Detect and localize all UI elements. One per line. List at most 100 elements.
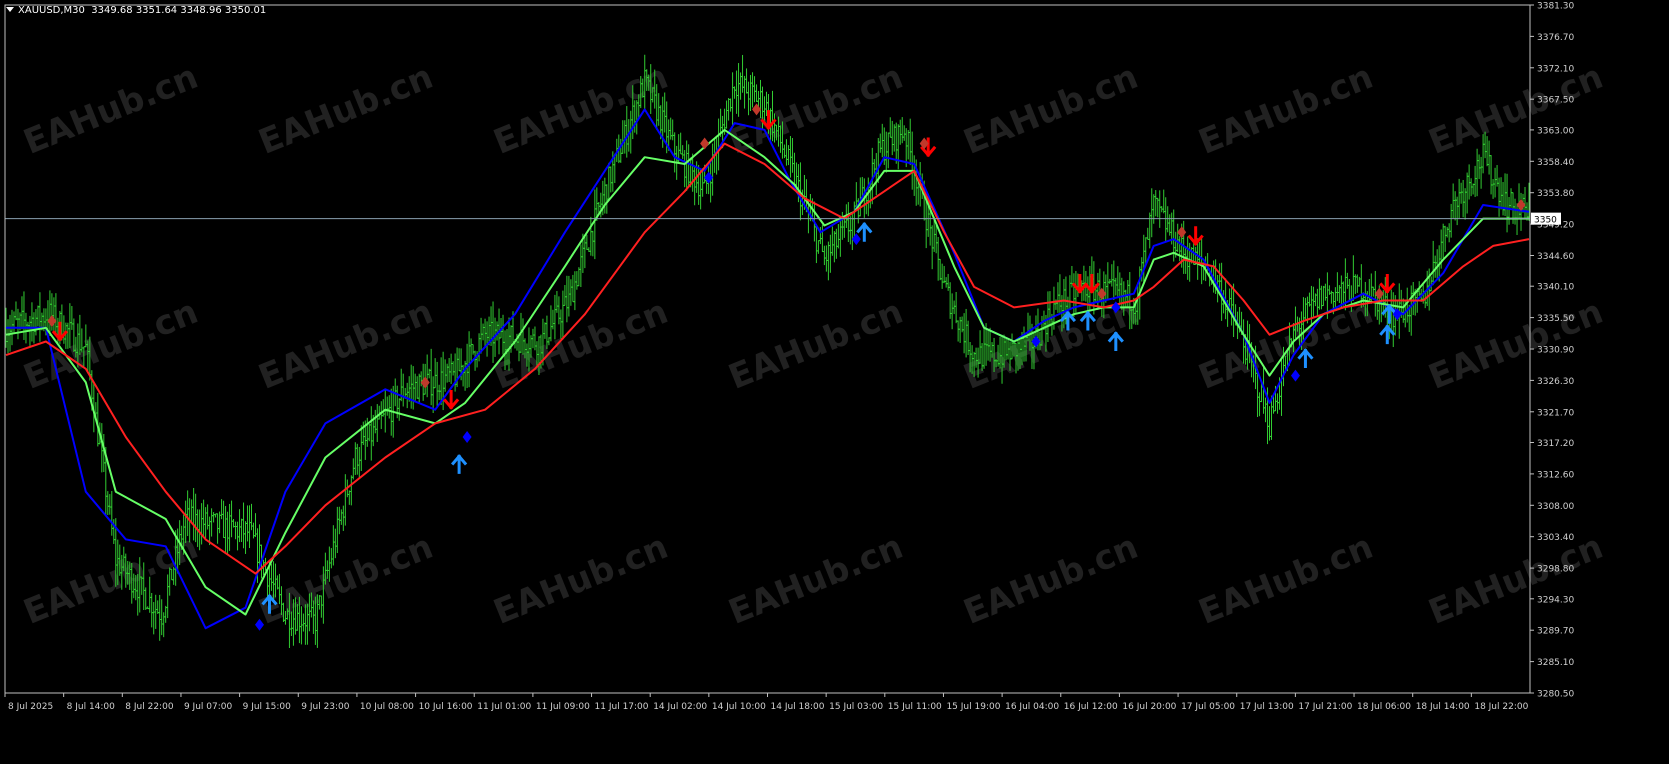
ohlc-bar xyxy=(1477,154,1481,180)
ohlc-bar xyxy=(144,587,148,610)
ohlc-bar xyxy=(38,292,42,342)
watermark-text: EAHub.cn xyxy=(18,292,203,398)
ohlc-bar xyxy=(832,231,836,263)
ohlc-bar xyxy=(1106,262,1110,300)
ohlc-bar xyxy=(62,315,66,344)
ohlc-bar xyxy=(1487,140,1491,175)
x-tick-label: 14 Jul 10:00 xyxy=(712,702,766,712)
ohlc-bar xyxy=(204,507,208,540)
ohlc-bar xyxy=(583,234,587,269)
diamond-signal-icon xyxy=(700,137,710,150)
ohlc-bar xyxy=(846,202,850,243)
ohlc-bar xyxy=(828,234,832,273)
x-tick-label: 8 Jul 14:00 xyxy=(67,702,116,712)
ohlc-bar xyxy=(425,354,429,398)
ohlc-bar xyxy=(351,458,355,480)
x-tick-label: 16 Jul 04:00 xyxy=(1005,702,1059,712)
ohlc-bar xyxy=(1158,190,1162,228)
ohlc-bar xyxy=(16,308,20,340)
ohlc-bar xyxy=(210,508,214,537)
ohlc-bar xyxy=(453,353,457,392)
x-tick-label: 9 Jul 23:00 xyxy=(301,702,350,712)
ohlc-bar xyxy=(836,224,840,249)
watermark-text: EAHub.cn xyxy=(958,527,1143,633)
ohlc-bar xyxy=(1150,188,1154,238)
x-tick-label: 18 Jul 06:00 xyxy=(1357,702,1411,712)
ohlc-bar xyxy=(1068,275,1072,310)
ohlc-bar xyxy=(940,263,944,289)
ohlc-bar xyxy=(1445,226,1449,238)
ohlc-bar xyxy=(236,521,240,551)
ohlc-bar xyxy=(471,343,475,355)
diamond-signal-icon xyxy=(47,315,57,328)
ohlc-bar xyxy=(435,361,439,408)
ohlc-bar xyxy=(814,224,818,264)
ohlc-bar xyxy=(347,490,351,505)
ohlc-bar xyxy=(1142,234,1146,285)
ohlc-bar xyxy=(820,224,824,253)
y-tick-label: 3326.30 xyxy=(1537,377,1574,387)
ohlc-bar xyxy=(731,72,735,126)
ohlc-bar xyxy=(850,212,854,251)
watermark-text: EAHub.cn xyxy=(253,57,438,163)
ohlc-bar xyxy=(341,505,345,531)
ohlc-bar xyxy=(902,125,906,141)
ohlc-bar xyxy=(697,164,701,205)
chart-window: EAHub.cn EAHub.cn EAHub.cn EAHub.cn EAHub.cn… xyxy=(0,0,1669,764)
ohlc-bar xyxy=(890,120,894,156)
ohlc-bar xyxy=(1104,274,1108,303)
x-tick-label: 15 Jul 19:00 xyxy=(946,702,1000,712)
ohlc-bar xyxy=(415,376,419,399)
ohlc-bar xyxy=(751,72,755,108)
ohlc-bar xyxy=(491,301,495,363)
ohlc-bar xyxy=(1230,287,1234,326)
ohlc-bar xyxy=(685,140,689,191)
x-tick-label: 14 Jul 02:00 xyxy=(653,702,707,712)
y-tick-label: 3285.10 xyxy=(1537,658,1574,668)
y-tick-label: 3298.80 xyxy=(1537,565,1574,575)
ohlc-bar xyxy=(1459,182,1463,204)
y-tick-label: 3340.10 xyxy=(1537,283,1574,293)
ohlc-bar xyxy=(557,296,561,325)
ohlc-bar xyxy=(1258,392,1262,417)
ohlc-bar xyxy=(30,302,34,342)
watermark-text: EAHub.cn xyxy=(1423,57,1608,163)
ohlc-bar xyxy=(451,361,455,376)
ohlc-bar xyxy=(1114,277,1118,296)
ohlc-bar xyxy=(936,236,940,281)
ohlc-bar xyxy=(359,425,363,472)
ohlc-bar xyxy=(1465,172,1469,214)
ohlc-bar xyxy=(888,117,892,138)
y-tick-label: 3344.60 xyxy=(1537,252,1574,262)
ohlc-bar xyxy=(401,373,405,407)
ohlc-bar xyxy=(964,308,968,358)
ohlc-bar xyxy=(162,612,166,638)
ohlc-bar xyxy=(409,364,413,409)
ohlc-bar xyxy=(483,318,487,347)
ohlc-bar xyxy=(417,373,421,404)
ohlc-bar xyxy=(202,499,206,537)
ohlc-bar xyxy=(563,285,567,306)
ohlc-bar xyxy=(52,297,56,332)
ohlc-bar xyxy=(1441,223,1445,259)
ohlc-bar xyxy=(469,338,473,361)
ohlc-bar xyxy=(449,353,453,384)
ohlc-bar xyxy=(673,132,677,173)
x-tick-label: 11 Jul 09:00 xyxy=(536,702,590,712)
ohlc-bar xyxy=(621,120,625,154)
y-tick-label: 3363.00 xyxy=(1537,126,1574,136)
sell-arrow-icon xyxy=(1187,226,1204,246)
x-tick-label: 17 Jul 13:00 xyxy=(1240,702,1294,712)
x-tick-label: 16 Jul 20:00 xyxy=(1122,702,1176,712)
diamond-signal-icon xyxy=(462,431,472,444)
ohlc-bar xyxy=(1503,173,1507,217)
ohlc-bar xyxy=(573,271,577,311)
price-chart[interactable]: EAHub.cn EAHub.cn EAHub.cn EAHub.cn EAHub.cn… xyxy=(0,0,1669,764)
ohlc-bar xyxy=(166,574,170,619)
ohlc-bar xyxy=(852,201,856,237)
ohlc-bar xyxy=(1116,266,1120,298)
diamond-signal-icon xyxy=(1290,369,1300,382)
collapse-triangle-icon[interactable] xyxy=(6,7,14,12)
ohlc-bar xyxy=(669,117,673,140)
ohlc-bar xyxy=(1491,179,1495,199)
